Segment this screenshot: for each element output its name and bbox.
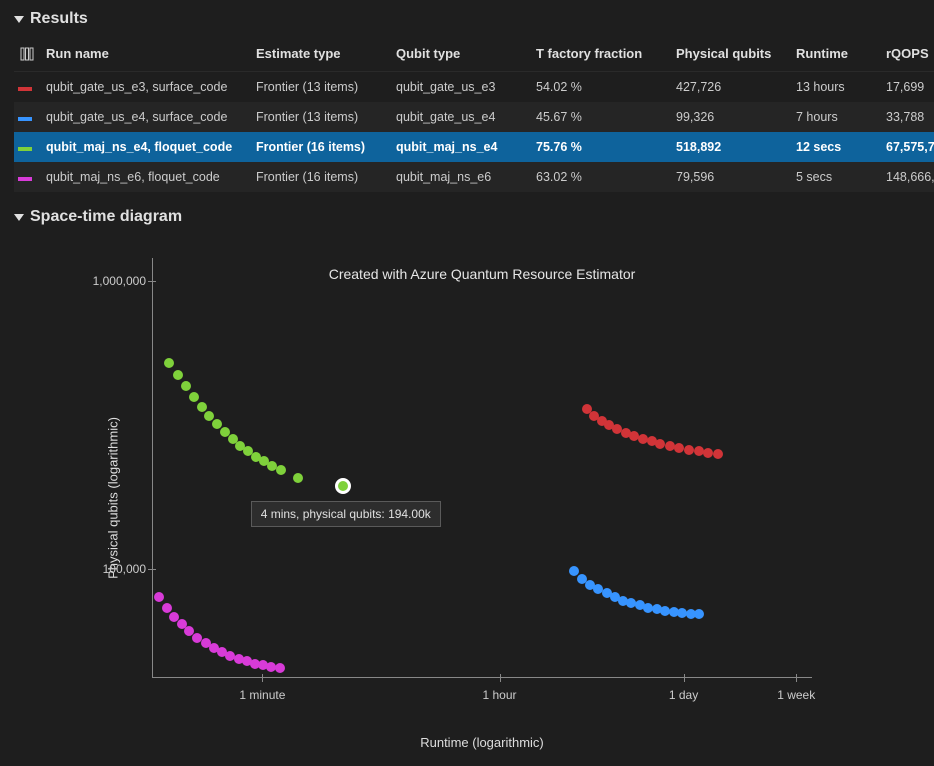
cell-rt: 5 secs — [790, 162, 880, 192]
results-table: Run name Estimate type Qubit type T fact… — [14, 36, 934, 192]
cell-tfrac: 75.76 % — [530, 132, 670, 162]
series-swatch-icon — [18, 147, 32, 151]
row-swatch-cell — [14, 102, 40, 132]
cell-est: Frontier (16 items) — [250, 132, 390, 162]
data-point[interactable] — [665, 441, 675, 451]
cell-qtype: qubit_gate_us_e3 — [390, 72, 530, 103]
columns-icon — [20, 47, 34, 61]
cell-rqops: 17,699 — [880, 72, 934, 103]
cell-rqops: 33,788 — [880, 102, 934, 132]
spacetime-header[interactable]: Space-time diagram — [0, 198, 934, 234]
swatch-column-header[interactable] — [14, 36, 40, 72]
data-point[interactable] — [293, 473, 303, 483]
data-point[interactable] — [703, 448, 713, 458]
table-header-row: Run name Estimate type Qubit type T fact… — [14, 36, 934, 72]
col-rqops[interactable]: rQOPS — [880, 36, 934, 72]
data-point[interactable] — [674, 443, 684, 453]
y-tick-label: 100,000 — [26, 562, 146, 576]
data-point[interactable] — [154, 592, 164, 602]
x-tick-label: 1 hour — [482, 688, 516, 702]
col-est[interactable]: Estimate type — [250, 36, 390, 72]
y-axis-label: Physical qubits (logarithmic) — [105, 417, 120, 579]
col-run[interactable]: Run name — [40, 36, 250, 72]
series-swatch-icon — [18, 177, 32, 181]
row-swatch-cell — [14, 72, 40, 103]
x-tick-label: 1 day — [669, 688, 698, 702]
series-swatch-icon — [18, 87, 32, 91]
cell-est: Frontier (13 items) — [250, 72, 390, 103]
cell-tfrac: 63.02 % — [530, 162, 670, 192]
data-point[interactable] — [204, 411, 214, 421]
data-point[interactable] — [173, 370, 183, 380]
spacetime-title: Space-time diagram — [30, 208, 182, 226]
row-swatch-cell — [14, 132, 40, 162]
chart-panel: Created with Azure Quantum Resource Esti… — [0, 238, 934, 758]
chart-box[interactable]: Created with Azure Quantum Resource Esti… — [20, 238, 840, 758]
data-point[interactable] — [694, 446, 704, 456]
cell-est: Frontier (16 items) — [250, 162, 390, 192]
cell-rqops: 148,666,667 — [880, 162, 934, 192]
data-point[interactable] — [694, 609, 704, 619]
data-point[interactable] — [181, 381, 191, 391]
caret-down-icon — [14, 214, 24, 221]
col-qtype[interactable]: Qubit type — [390, 36, 530, 72]
results-header[interactable]: Results — [0, 0, 934, 36]
col-pq[interactable]: Physical qubits — [670, 36, 790, 72]
x-axis-label: Runtime (logarithmic) — [152, 735, 812, 750]
data-point[interactable] — [276, 465, 286, 475]
data-point[interactable] — [569, 566, 579, 576]
cell-rqops: 67,575,758 — [880, 132, 934, 162]
cell-pq: 79,596 — [670, 162, 790, 192]
results-panel: Run name Estimate type Qubit type T fact… — [0, 36, 934, 198]
cell-qtype: qubit_gate_us_e4 — [390, 102, 530, 132]
data-point[interactable] — [164, 358, 174, 368]
cell-rt: 13 hours — [790, 72, 880, 103]
data-point[interactable] — [275, 663, 285, 673]
row-swatch-cell — [14, 162, 40, 192]
caret-down-icon — [14, 16, 24, 23]
cell-run: qubit_maj_ns_e6, floquet_code — [40, 162, 250, 192]
cell-rt: 12 secs — [790, 132, 880, 162]
y-tick-label: 1,000,000 — [26, 274, 146, 288]
cell-run: qubit_maj_ns_e4, floquet_code — [40, 132, 250, 162]
table-row[interactable]: qubit_maj_ns_e4, floquet_codeFrontier (1… — [14, 132, 934, 162]
table-row[interactable]: qubit_maj_ns_e6, floquet_codeFrontier (1… — [14, 162, 934, 192]
highlighted-point[interactable] — [335, 478, 351, 494]
cell-qtype: qubit_maj_ns_e4 — [390, 132, 530, 162]
cell-tfrac: 45.67 % — [530, 102, 670, 132]
x-tick-label: 1 week — [777, 688, 815, 702]
table-row[interactable]: qubit_gate_us_e3, surface_codeFrontier (… — [14, 72, 934, 103]
data-point[interactable] — [684, 445, 694, 455]
plot-region — [152, 258, 812, 678]
x-tick-label: 1 minute — [239, 688, 285, 702]
cell-run: qubit_gate_us_e3, surface_code — [40, 72, 250, 103]
col-rt[interactable]: Runtime — [790, 36, 880, 72]
data-point[interactable] — [197, 402, 207, 412]
table-row[interactable]: qubit_gate_us_e4, surface_codeFrontier (… — [14, 102, 934, 132]
results-title: Results — [30, 10, 88, 28]
data-point[interactable] — [162, 603, 172, 613]
col-tfrac[interactable]: T factory fraction — [530, 36, 670, 72]
cell-qtype: qubit_maj_ns_e6 — [390, 162, 530, 192]
cell-run: qubit_gate_us_e4, surface_code — [40, 102, 250, 132]
cell-pq: 518,892 — [670, 132, 790, 162]
cell-est: Frontier (13 items) — [250, 102, 390, 132]
cell-pq: 427,726 — [670, 72, 790, 103]
tooltip: 4 mins, physical qubits: 194.00k — [251, 501, 441, 527]
data-point[interactable] — [713, 449, 723, 459]
cell-tfrac: 54.02 % — [530, 72, 670, 103]
series-swatch-icon — [18, 117, 32, 121]
cell-rt: 7 hours — [790, 102, 880, 132]
data-point[interactable] — [189, 392, 199, 402]
cell-pq: 99,326 — [670, 102, 790, 132]
